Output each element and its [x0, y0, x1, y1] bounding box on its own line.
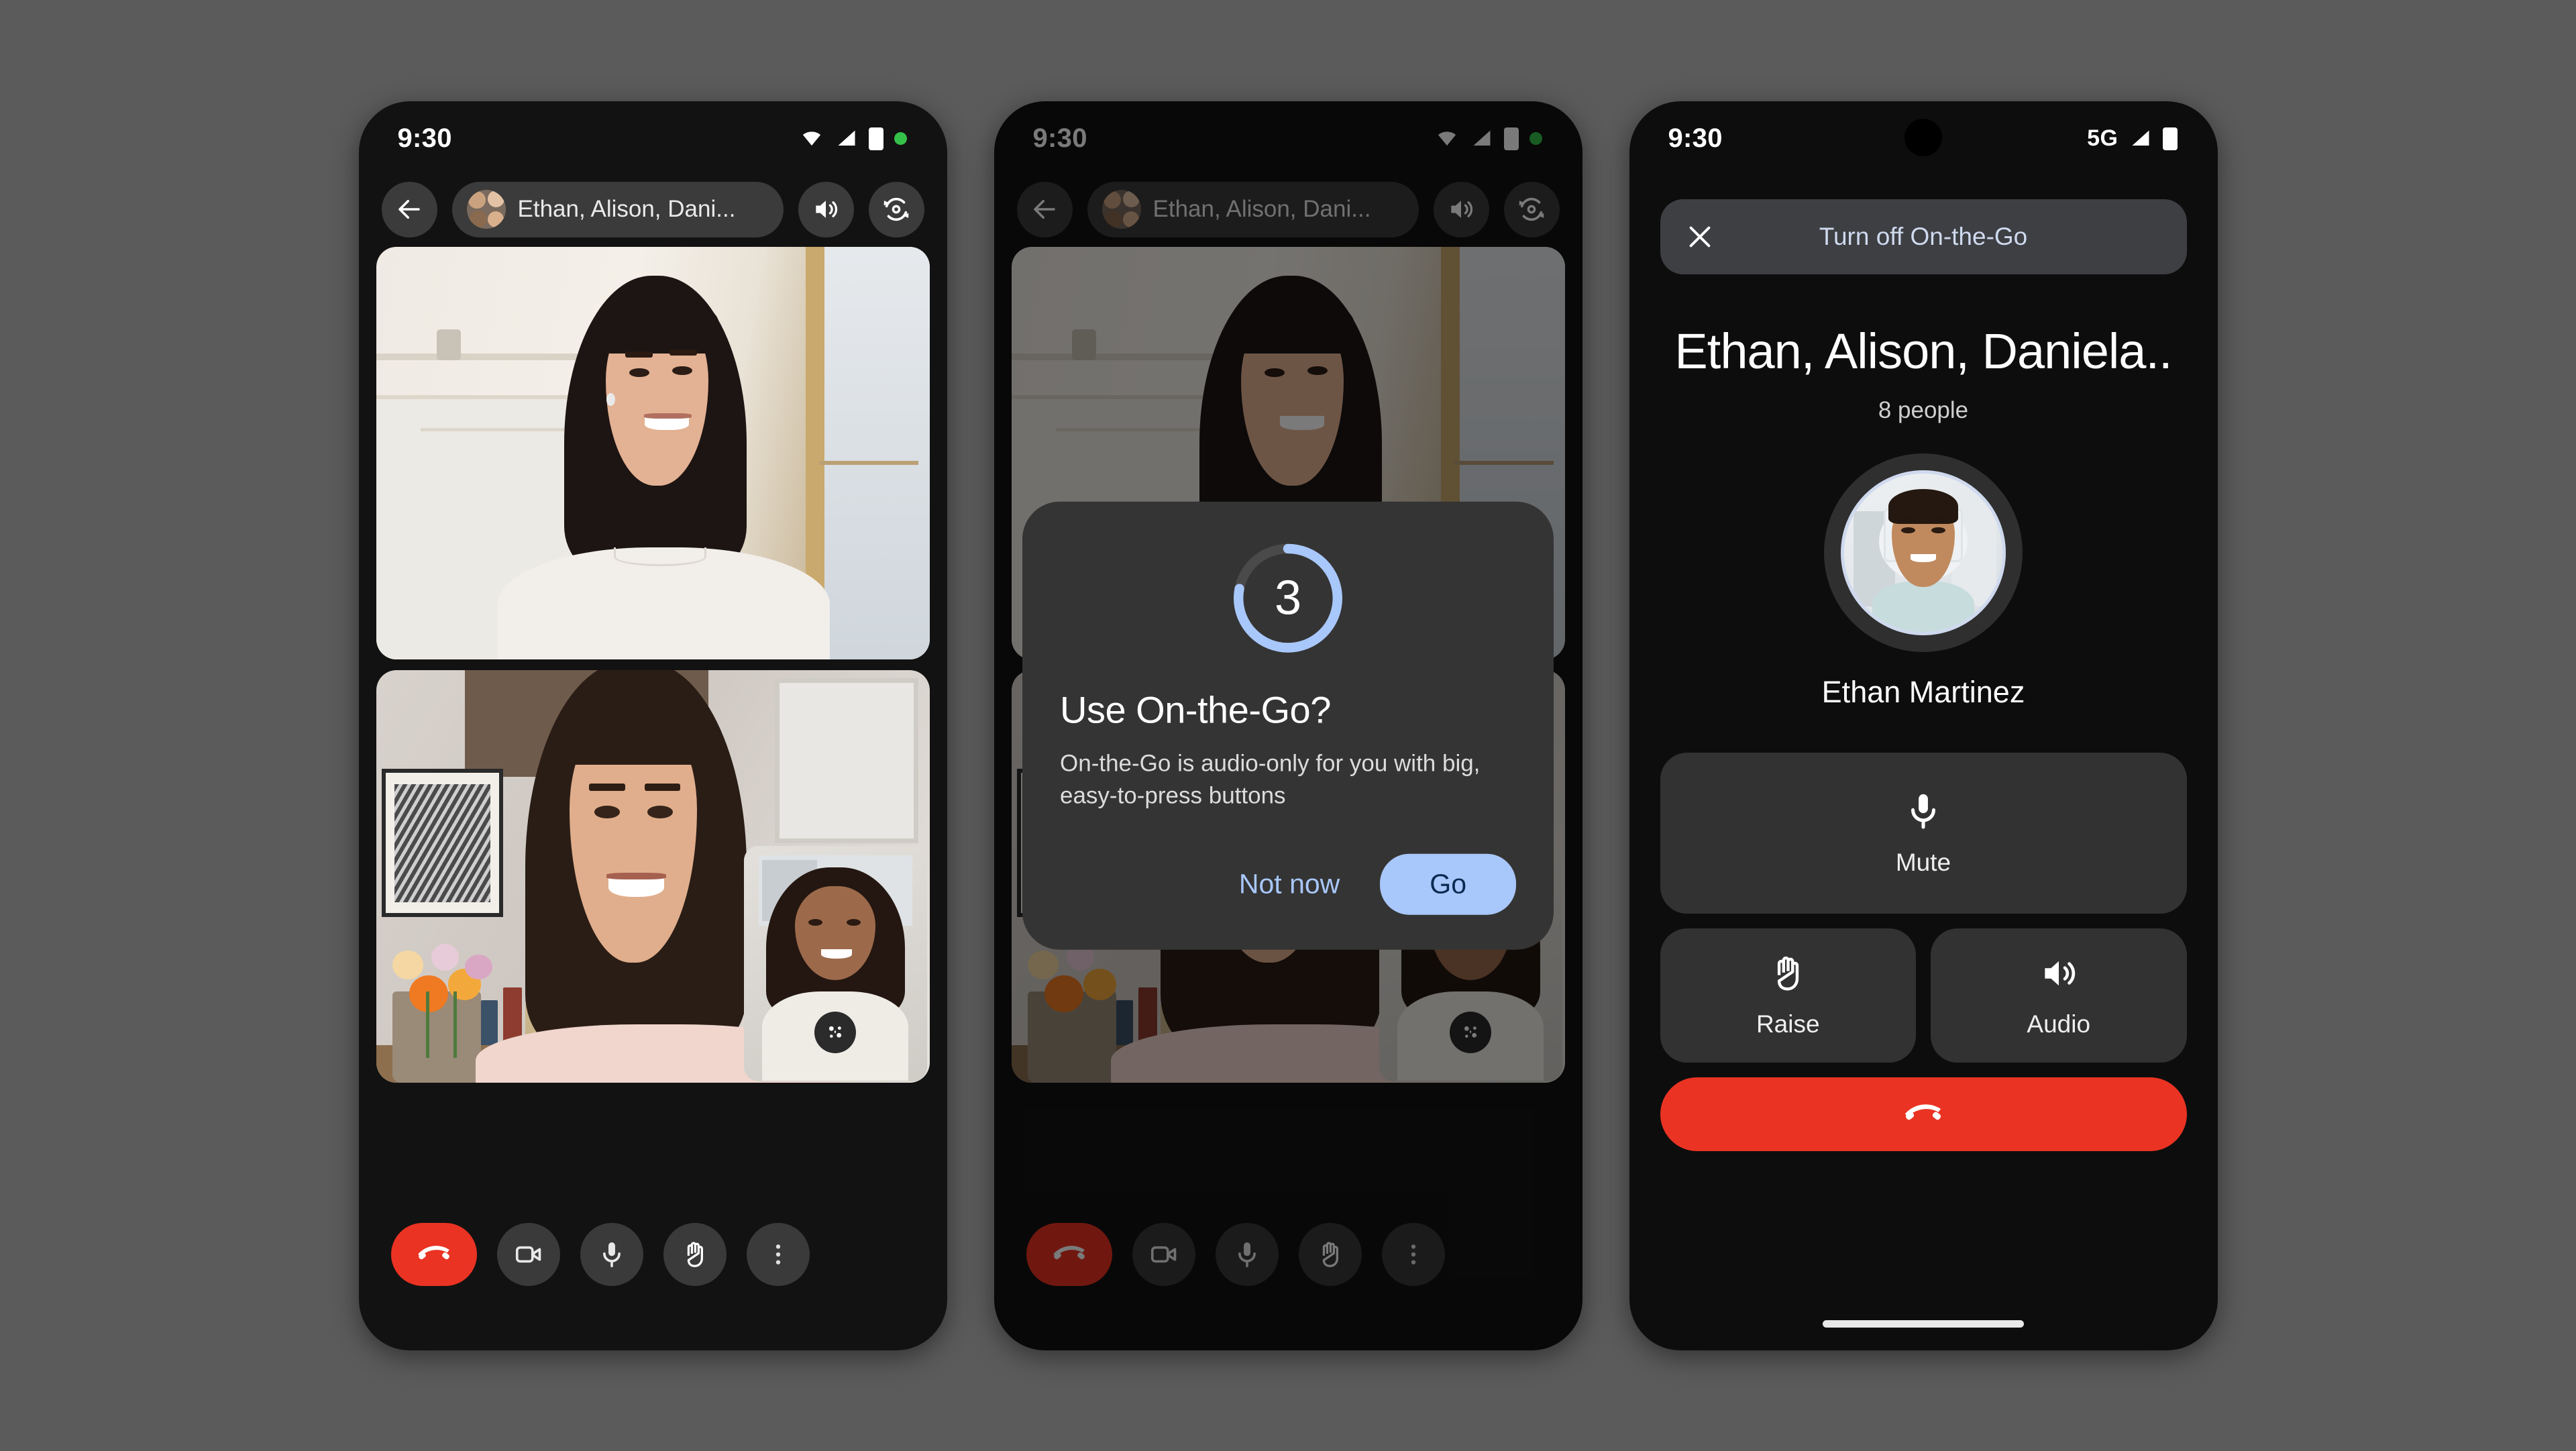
call-header: Ethan, Alison, Dani...	[359, 176, 947, 237]
wifi-icon	[802, 131, 820, 146]
status-time: 9:30	[397, 123, 452, 153]
dialog-body: On-the-Go is audio-only for you with big…	[1060, 750, 1481, 809]
raise-button[interactable]: Raise	[1660, 928, 1916, 1063]
effects-button[interactable]	[814, 1011, 857, 1053]
countdown-ring: 3	[1228, 537, 1348, 658]
speaker-icon	[816, 201, 838, 218]
status-time: 9:30	[1668, 123, 1723, 153]
turn-off-on-the-go-banner[interactable]: Turn off On-the-Go	[1660, 199, 2187, 274]
go-button[interactable]: Go	[1380, 853, 1516, 915]
battery-icon	[2162, 127, 2178, 150]
end-call-button[interactable]	[390, 1222, 477, 1286]
call-control-bar	[359, 1222, 947, 1286]
mute-button[interactable]: Mute	[1660, 752, 2187, 914]
participants-pill[interactable]: Ethan, Alison, Dani...	[451, 181, 784, 237]
end-call-button[interactable]	[1660, 1077, 2187, 1151]
network-label: 5G	[2087, 125, 2118, 151]
back-arrow-icon	[398, 200, 420, 219]
mute-label: Mute	[1895, 848, 1951, 876]
end-call-icon	[1904, 1104, 1941, 1120]
signal-icon	[2132, 130, 2149, 146]
flip-camera-icon	[883, 197, 909, 221]
raise-label: Raise	[1756, 1010, 1820, 1038]
home-indicator	[1823, 1320, 2024, 1328]
on-the-go-controls: Mute Raise Audio	[1660, 752, 2187, 1063]
flip-camera-button[interactable]	[868, 181, 924, 237]
countdown-number: 3	[1274, 571, 1302, 625]
more-options-button[interactable]	[746, 1222, 810, 1286]
video-camera-icon	[515, 1246, 541, 1262]
phone-on-the-go-prompt: 9:30 Ethan, Alison,	[994, 101, 1582, 1350]
participants-title: Ethan, Alison, Dani...	[517, 196, 736, 222]
status-icons: 5G	[2087, 125, 2178, 152]
front-camera-punchhole	[1904, 118, 1942, 156]
status-bar: 9:30 5G	[1629, 101, 2218, 176]
dialog-title: Use On-the-Go?	[1060, 688, 1331, 731]
raise-hand-icon	[687, 1241, 703, 1267]
audio-button[interactable]: Audio	[1931, 928, 2187, 1063]
microphone-button[interactable]	[580, 1222, 643, 1286]
camera-button[interactable]	[496, 1222, 560, 1286]
video-tile-remote-2[interactable]	[376, 669, 930, 1083]
microphone-icon	[1911, 794, 1935, 829]
countdown-wrap: 3	[1060, 537, 1516, 658]
not-now-button[interactable]: Not now	[1223, 863, 1356, 906]
phone-on-the-go-active: 9:30 5G Turn off On-the-Go Ethan, Alison…	[1629, 101, 2218, 1350]
phone-mockup-stage: 9:30 Ethan, Alison, Dani... 3 Use On-the…	[0, 0, 2576, 1451]
video-tile-remote-1[interactable]	[376, 246, 930, 659]
dialog-actions: Not now Go	[1060, 853, 1516, 915]
avatar	[1841, 470, 2006, 635]
video-tiles	[359, 237, 947, 1083]
end-call-icon	[417, 1245, 449, 1259]
status-icons	[799, 127, 907, 150]
audio-label: Audio	[2027, 1010, 2091, 1038]
active-speaker-ring	[1824, 453, 2023, 652]
microphone-icon	[602, 1242, 621, 1267]
people-count: 8 people	[1878, 396, 1969, 423]
effects-sparkle-icon	[829, 1026, 842, 1038]
active-speaker-name: Ethan Martinez	[1821, 674, 2025, 709]
signal-icon	[838, 130, 855, 146]
phone-video-call: 9:30 Ethan, Alison, Dani...	[358, 101, 947, 1350]
speaker-icon	[2045, 961, 2075, 985]
active-speaker-avatar-wrap	[1629, 453, 2218, 652]
call-title: Ethan, Alison, Daniela..	[1674, 323, 2172, 379]
battery-icon	[868, 127, 883, 150]
status-bar: 9:30	[359, 101, 947, 176]
self-view-pip[interactable]	[744, 845, 927, 1081]
more-vertical-icon	[775, 1244, 780, 1265]
speaker-button[interactable]	[798, 181, 854, 237]
raise-hand-icon	[1778, 956, 1799, 990]
on-the-go-dialog: 3 Use On-the-Go? On-the-Go is audio-only…	[1022, 501, 1554, 950]
group-avatar	[466, 190, 506, 229]
secondary-controls-row: Raise Audio	[1660, 928, 2187, 1063]
banner-label: Turn off On-the-Go	[1819, 222, 2028, 250]
raise-hand-button[interactable]	[663, 1222, 727, 1286]
back-button[interactable]	[381, 181, 437, 237]
recording-dot-icon	[894, 132, 907, 145]
